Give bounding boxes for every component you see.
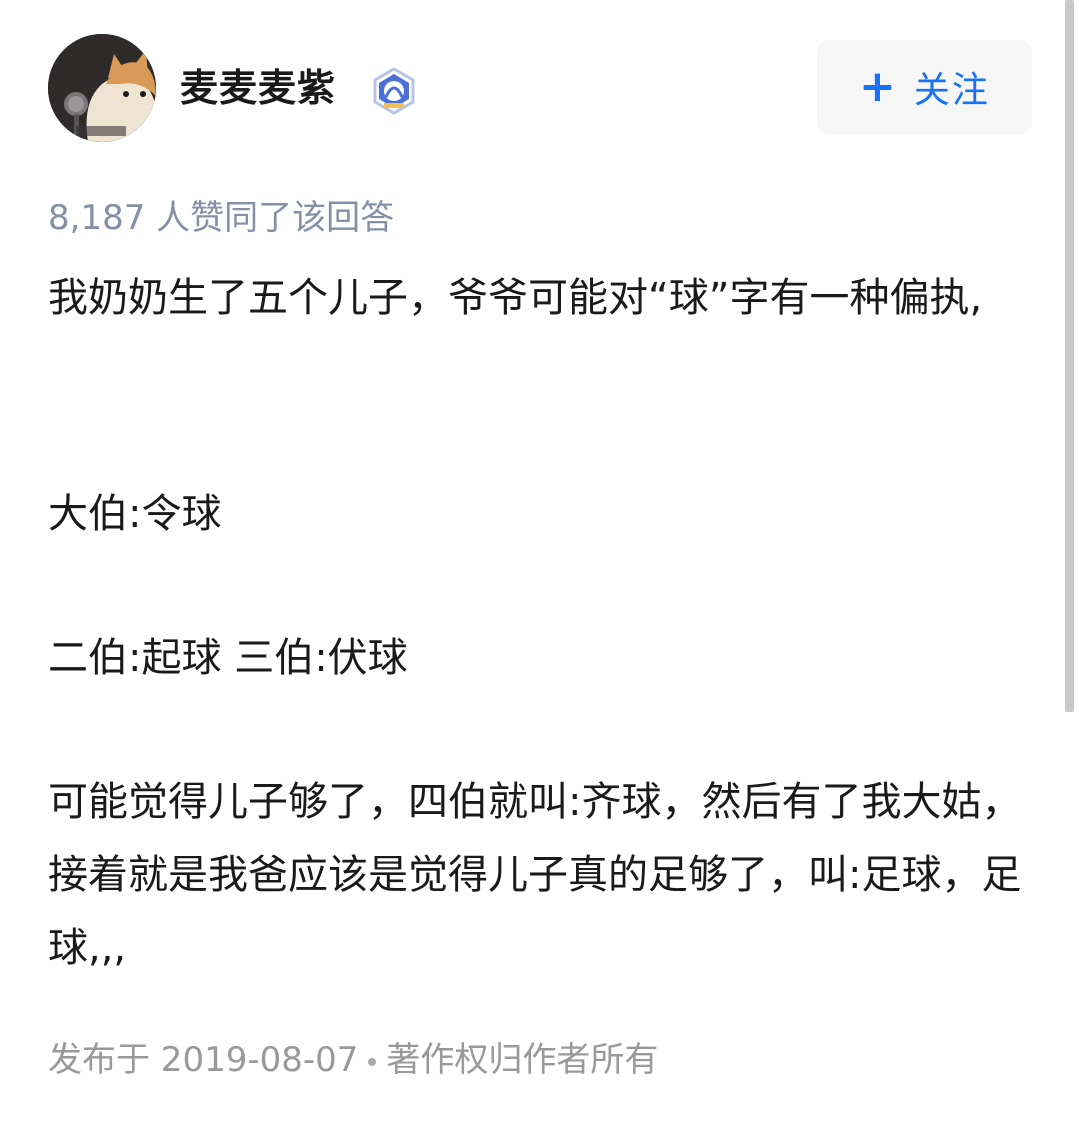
answer-paragraph: 可能觉得儿子够了，四伯就叫:齐球，然后有了我大姑，接着就是我爸应该是觉得儿子真的… [48,779,1022,971]
plus-icon: + [859,61,896,112]
answer-footer: 发布于 2019-08-07 著作权归作者所有 [48,1036,658,1084]
answer-paragraph: 二伯:起球 三伯:伏球 [48,635,408,681]
scrollbar[interactable] [1065,0,1074,712]
follow-button[interactable]: + 关注 [817,40,1032,134]
vote-count: 8,187 人赞同了该回答 [48,198,395,238]
publish-date: 发布于 2019-08-07 [48,1040,359,1080]
separator-dot [368,1057,377,1066]
author-name[interactable]: 麦麦麦紫 [180,64,336,112]
answer-paragraph: 我奶奶生了五个儿子，爷爷可能对“球”字有一种偏执, [48,275,983,321]
follow-label: 关注 [913,70,990,111]
answer-paragraph: 大伯:令球 [48,491,222,537]
badge-icon[interactable] [370,67,418,115]
cat-avatar-icon [48,34,156,142]
answer-body: 我奶奶生了五个儿子，爷爷可能对“球”字有一种偏执, 大伯:令球 二伯:起球 三伯… [48,262,1038,985]
copyright-notice: 著作权归作者所有 [386,1040,659,1080]
avatar[interactable] [48,34,156,142]
answer-header: 麦麦麦紫 + 关注 [48,34,1032,144]
